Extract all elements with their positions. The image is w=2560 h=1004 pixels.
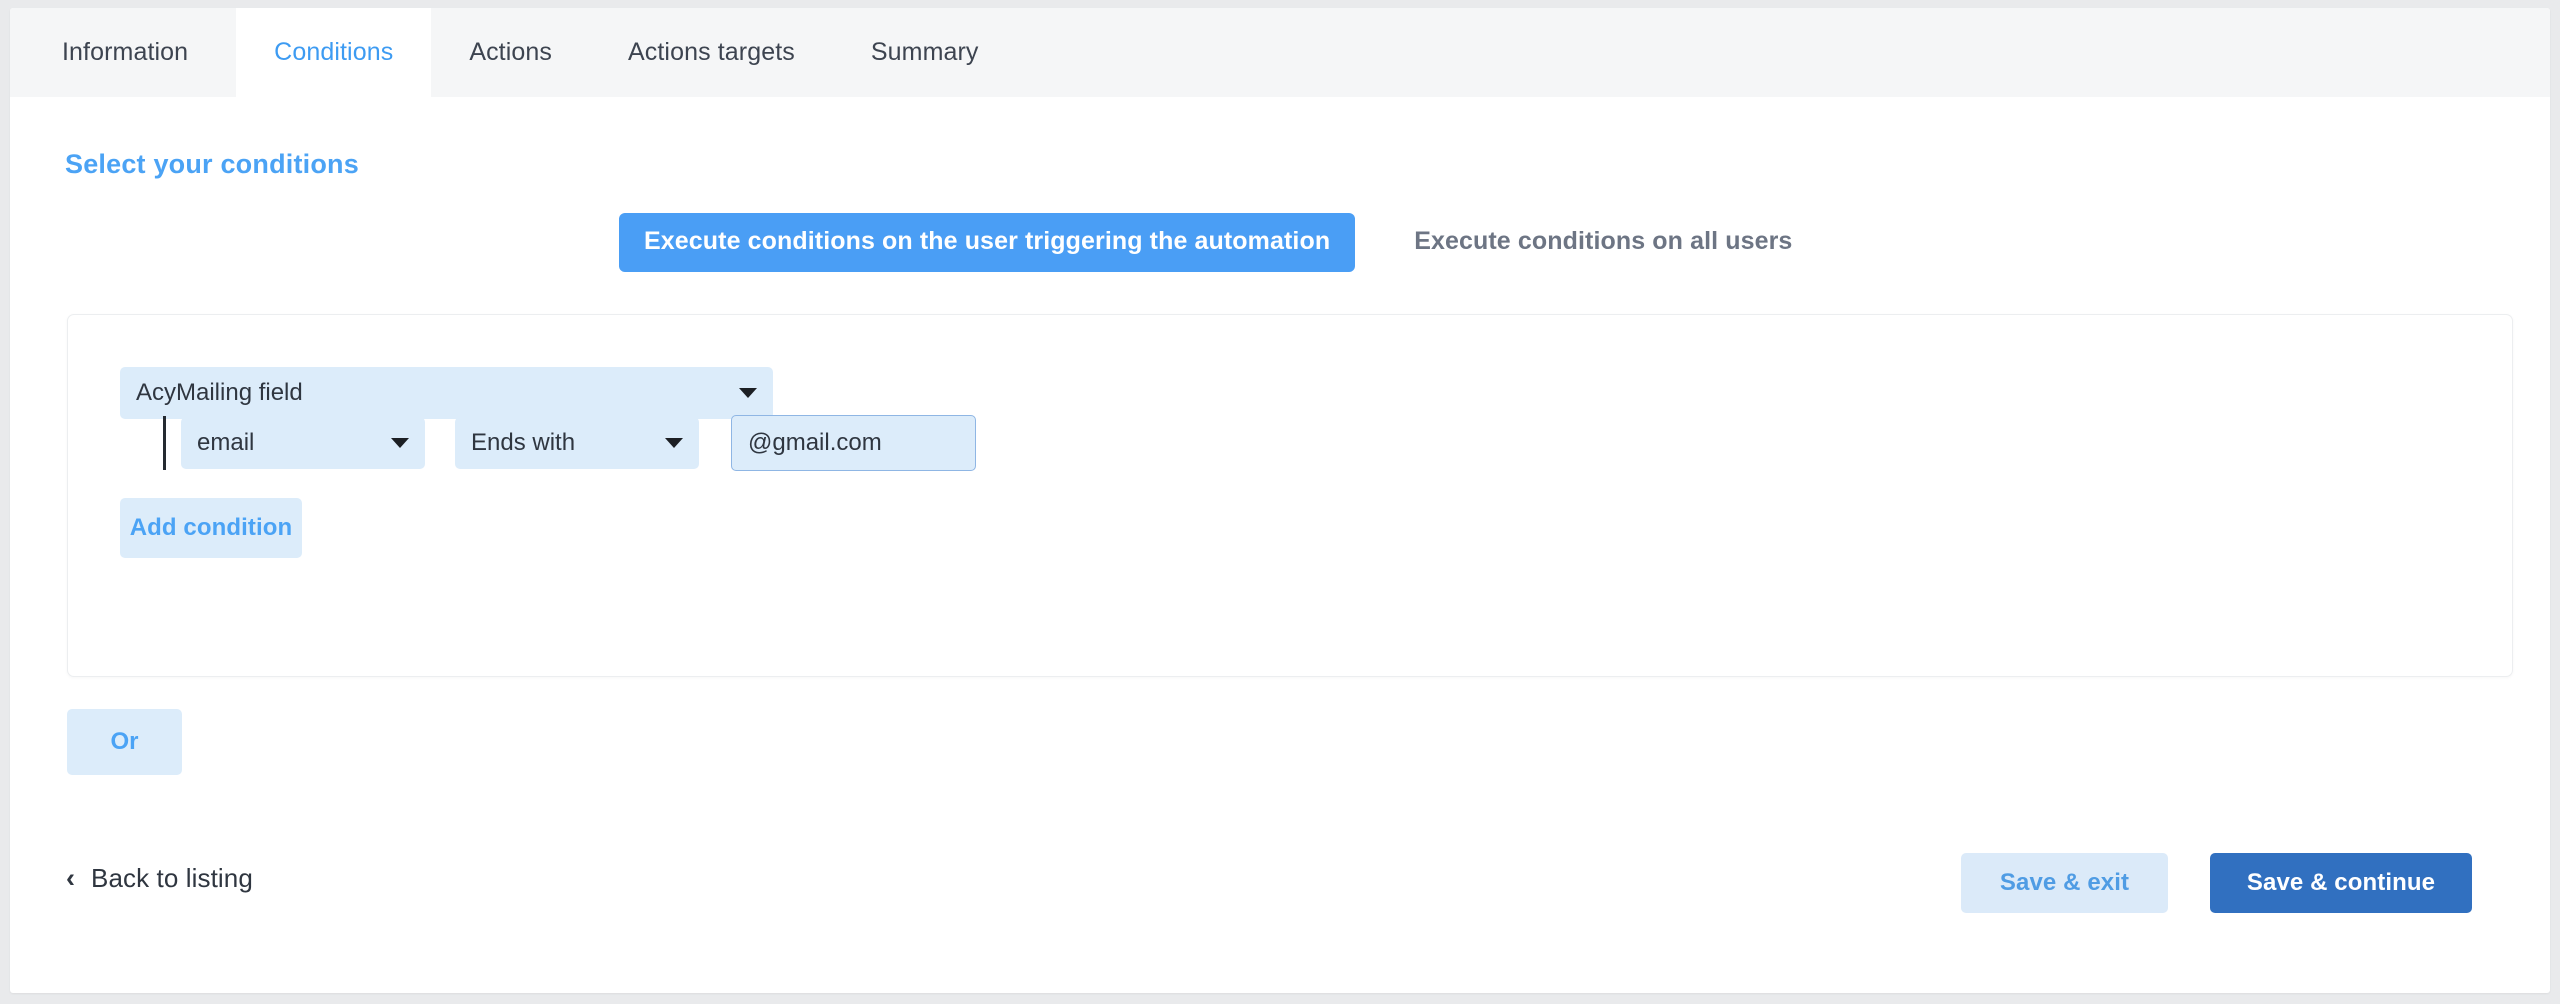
tab-actions-targets[interactable]: Actions targets [590,8,833,97]
condition-value-input[interactable] [731,415,976,471]
or-button[interactable]: Or [67,709,182,775]
condition-operator-select-value: Ends with [471,429,576,456]
chevron-down-icon [391,438,409,448]
back-to-listing-label: Back to listing [91,863,253,893]
save-and-continue-button[interactable]: Save & continue [2210,853,2472,913]
scope-toggle-group: Execute conditions on the user triggerin… [619,213,1817,272]
add-condition-button[interactable]: Add condition [120,498,302,558]
chevron-left-icon: ‹ [66,863,75,893]
chevron-down-icon [739,388,757,398]
tab-conditions[interactable]: Conditions [236,8,432,97]
condition-group-card: AcyMailing field email Ends with Add con… [67,314,2513,677]
scope-toggle-triggering-user[interactable]: Execute conditions on the user triggerin… [619,213,1356,272]
chevron-down-icon [665,438,683,448]
condition-operator-select[interactable]: Ends with [455,417,699,469]
save-and-exit-button[interactable]: Save & exit [1961,853,2168,913]
tab-bar: Information Conditions Actions Actions t… [10,8,2550,97]
tab-actions[interactable]: Actions [431,8,590,97]
scope-toggle-all-users[interactable]: Execute conditions on all users [1389,213,1817,272]
tab-summary[interactable]: Summary [833,8,1017,97]
back-to-listing-link[interactable]: ‹ Back to listing [66,863,253,894]
app-window: Information Conditions Actions Actions t… [0,0,2560,1004]
field-type-select[interactable]: AcyMailing field [120,367,773,419]
condition-column-select-value: email [197,429,255,456]
tab-information[interactable]: Information [10,8,236,97]
condition-indent-marker [163,416,166,470]
page-title: Select your conditions [65,149,359,179]
field-type-select-value: AcyMailing field [136,379,303,406]
tab-list: Information Conditions Actions Actions t… [10,8,1017,97]
condition-column-select[interactable]: email [181,417,425,469]
content-panel: Information Conditions Actions Actions t… [10,8,2550,993]
